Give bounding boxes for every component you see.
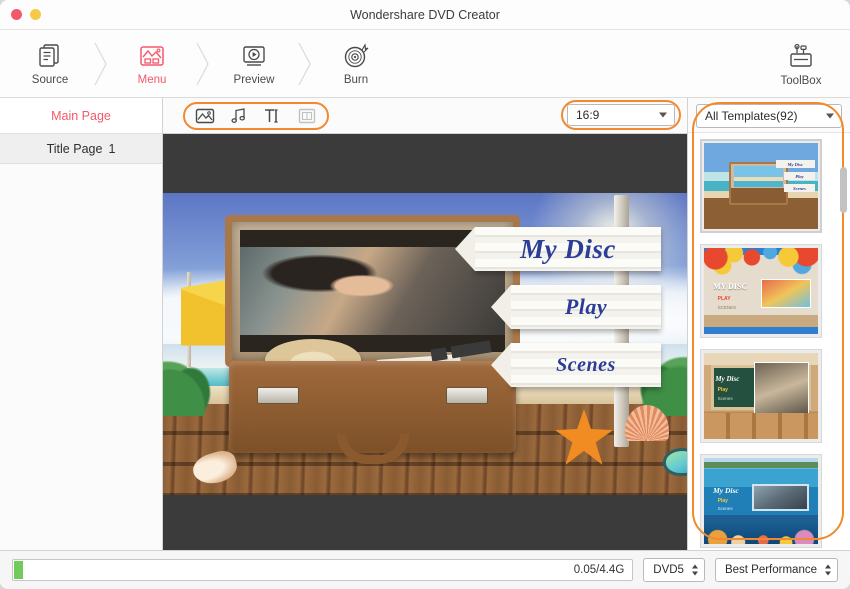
thumb-play: Play [784,172,814,180]
nav-item-toolbox[interactable]: ToolBox [762,30,840,98]
menu-scenes-sign[interactable]: Scenes [511,343,661,387]
toolbox-icon [786,42,816,72]
nav-label-menu: Menu [138,74,167,86]
quality-value: Best Performance [725,564,817,576]
menu-artwork: My Disc Play Scenes [163,193,687,495]
menu-play-sign[interactable]: Play [511,285,661,329]
burn-disc-icon [341,41,371,71]
page-item-number: 1 [108,142,115,156]
thumb-signs: My Disc Play Scenes [776,160,815,196]
thumb-screen [752,484,809,512]
aspect-ratio-value: 16:9 [576,108,599,122]
page-list-item-title-page[interactable]: Title Page 1 [0,134,162,164]
disc-usage-progress: 0.05/4.4G [12,559,633,581]
nav-label-source: Source [32,74,68,86]
thumb-title: MY DISC [713,282,747,291]
main-navigation: Source Menu [0,30,850,98]
thumb-scenes: SCENES [718,305,737,310]
nav-item-source[interactable]: Source [8,30,92,98]
menu-title-sign[interactable]: My Disc [475,227,661,271]
template-item-underwater[interactable]: My Disc Play Scenes [700,454,822,548]
music-icon[interactable] [229,106,249,126]
nav-separator [296,30,314,98]
disc-type-select[interactable]: DVD5 [643,558,705,582]
template-item-party[interactable]: MY DISC PLAY SCENES [700,244,822,338]
image-icon[interactable] [195,106,215,126]
suitcase-latch-left [257,387,299,404]
nav-separator [194,30,212,98]
window-title: Wondershare DVD Creator [0,8,850,22]
thumb-scenes: Scenes [718,506,733,511]
thumb-shoreline [704,458,818,468]
thumb-title: My Disc [715,375,739,383]
nav-item-preview[interactable]: Preview [212,30,296,98]
nav-label-preview: Preview [234,74,275,86]
template-filter-select[interactable]: All Templates(92) [696,104,842,128]
nav-separator [92,30,110,98]
nav-item-burn[interactable]: Burn [314,30,398,98]
nav-label-burn: Burn [344,74,368,86]
chapter-icon[interactable] [297,106,317,126]
quality-select[interactable]: Best Performance [715,558,838,582]
thumb-screen [761,279,811,308]
disc-type-value: DVD5 [653,564,684,576]
templates-scrollbar[interactable] [840,167,847,213]
templates-panel: All Templates(92) My Disc Play Scenes [687,98,850,550]
disc-usage-label: 0.05/4.4G [574,564,625,576]
document-stack-icon [35,41,65,71]
thumb-title: My Disc [713,486,739,495]
nav-item-menu[interactable]: Menu [110,30,194,98]
sunglasses-lens-left [663,448,687,476]
template-thumbnail: My Disc Play Scenes [704,458,818,544]
nav-steps: Source Menu [0,30,398,98]
template-item-beach[interactable]: My Disc Play Scenes [700,139,822,233]
title-bar: Wondershare DVD Creator [0,0,850,30]
aspect-ratio-select[interactable]: 16:9 [567,104,675,126]
page-list-header[interactable]: Main Page [0,98,162,134]
templates-header: All Templates(92) [688,98,850,132]
thumb-scenes: Scenes [784,184,814,192]
progress-fill [14,561,23,579]
nav-label-toolbox: ToolBox [781,75,822,87]
palm-left [163,338,233,416]
edit-toolbar: 16:9 [163,98,687,134]
template-filter-value: All Templates(92) [705,109,797,123]
thumb-play: PLAY [718,296,731,302]
page-item-label: Title Page [47,142,103,156]
thumb-scenes: Scenes [718,396,733,401]
thumb-title: My Disc [776,160,815,168]
menu-signposts: My Disc Play Scenes [475,227,665,401]
suitcase-body [229,361,516,453]
thumb-coral-reef [704,522,818,544]
status-bar: 0.05/4.4G DVD5 Best Performance [0,550,850,588]
chevron-down-icon [826,114,834,119]
page-list-panel: Main Page Title Page 1 [0,98,163,550]
stepper-arrows-icon [692,564,698,575]
editor-column: 16:9 [163,98,687,550]
menu-preview-canvas[interactable]: My Disc Play Scenes [163,134,687,550]
sunglasses [663,446,687,480]
thumb-play: Play [718,387,728,393]
aspect-ratio-highlight: 16:9 [565,102,677,128]
template-item-classroom[interactable]: My Disc Play Scenes [700,349,822,443]
template-thumbnail: My Disc Play Scenes [704,143,818,229]
chevron-down-icon [659,113,667,118]
app-window: Wondershare DVD Creator Source [0,0,850,589]
thumb-play: Play [718,498,728,504]
picture-frame-icon [137,41,167,71]
monitor-play-icon [239,41,269,71]
text-icon[interactable] [263,106,283,126]
stepper-arrows-icon [825,564,831,575]
template-thumbnail: MY DISC PLAY SCENES [704,248,818,334]
edit-tool-group [183,103,329,129]
content-area: Main Page Title Page 1 [0,98,850,550]
thumb-desks [704,413,818,439]
template-list[interactable]: My Disc Play Scenes MY DISC PLAY SCENES [688,132,850,550]
template-thumbnail: My Disc Play Scenes [704,353,818,439]
